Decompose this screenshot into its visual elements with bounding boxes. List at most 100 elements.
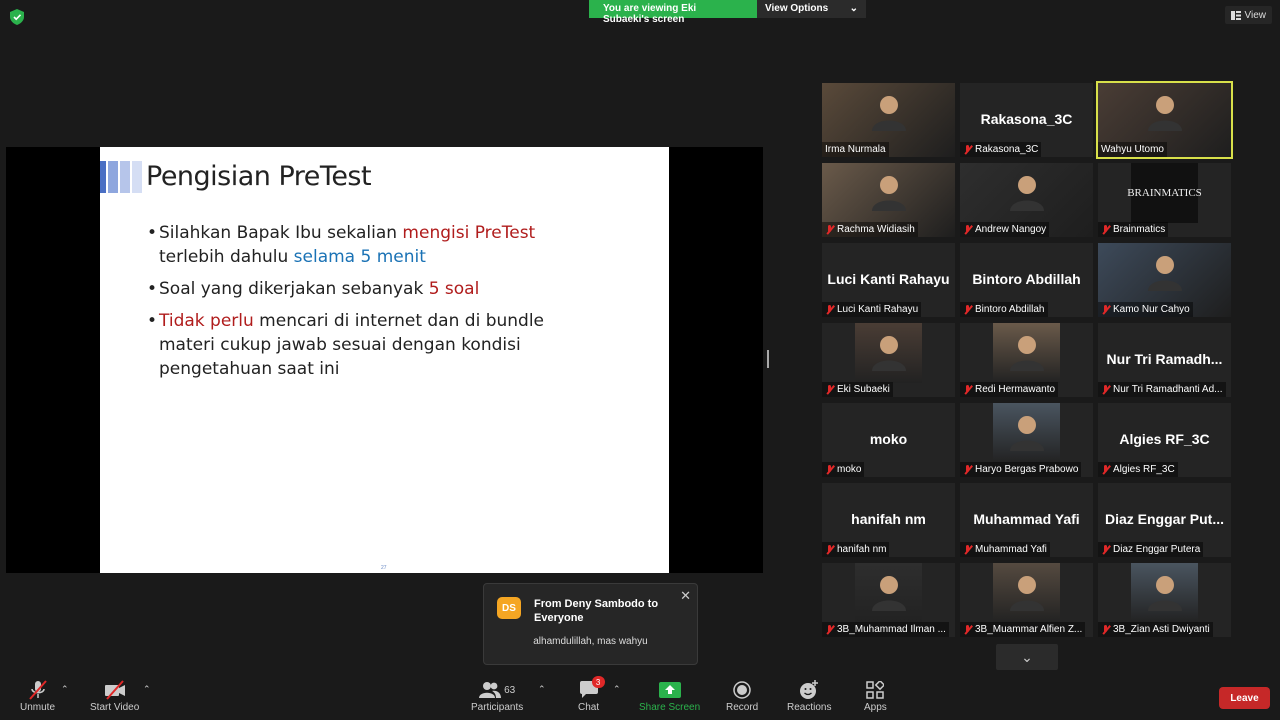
participant-name: moko <box>837 464 862 475</box>
person-silhouette-icon <box>871 336 906 371</box>
bullet-text: Soal yang dikerjakan sebanyak <box>159 279 429 299</box>
microphone-muted-icon <box>963 384 972 395</box>
participant-display-name: Algies RF_3C <box>1119 431 1210 447</box>
participant-name: Andrew Nangoy <box>975 224 1047 235</box>
participant-name: 3B_Muammar Alfien Z... <box>975 624 1083 635</box>
viewing-banner-text: You are viewing Eki Subaeki's screen <box>589 0 757 25</box>
participant-name-label: Andrew Nangoy <box>960 222 1050 237</box>
participant-tile[interactable]: Bintoro Abdillah Bintoro Abdillah <box>960 243 1093 317</box>
unmute-button[interactable]: Unmute <box>20 678 55 713</box>
microphone-muted-icon <box>825 464 834 475</box>
participants-caret-icon[interactable]: ⌃ <box>538 684 546 695</box>
slide-decoration-bars <box>100 161 142 193</box>
participant-tile[interactable]: Diaz Enggar Put... Diaz Enggar Putera <box>1098 483 1231 557</box>
person-silhouette-icon <box>1009 576 1044 611</box>
participant-tile[interactable]: Muhammad Yafi Muhammad Yafi <box>960 483 1093 557</box>
view-label: View <box>1244 9 1267 21</box>
participants-icon-wrap: 63 <box>479 678 515 702</box>
participant-name: Wahyu Utomo <box>1101 144 1164 155</box>
microphone-muted-icon <box>1101 544 1110 555</box>
chat-caret-icon[interactable]: ⌃ <box>613 684 621 695</box>
split-view-handle[interactable] <box>767 350 769 368</box>
slide-bullet-3: Tidak perlu mencari di internet dan di b… <box>147 309 587 381</box>
bullet-highlight: Tidak perlu <box>159 311 254 331</box>
participants-button[interactable]: 63 Participants <box>471 678 523 713</box>
person-silhouette-icon <box>1147 576 1182 611</box>
participant-display-name: Diaz Enggar Put... <box>1104 511 1224 527</box>
participant-tile[interactable]: 3B_Muhammad Ilman ... <box>822 563 955 637</box>
participant-tile[interactable]: moko moko <box>822 403 955 477</box>
participant-tile[interactable]: Algies RF_3C Algies RF_3C <box>1098 403 1231 477</box>
participant-name-label: Eki Subaeki <box>822 382 893 397</box>
participant-tile[interactable]: Luci Kanti Rahayu Luci Kanti Rahayu <box>822 243 955 317</box>
participant-name-label: Diaz Enggar Putera <box>1098 542 1204 557</box>
participant-name-label: Brainmatics <box>1098 222 1169 237</box>
chat-button[interactable]: 3 Chat <box>578 676 605 713</box>
bullet-highlight: mengisi PreTest <box>402 223 536 243</box>
video-options-caret-icon[interactable]: ⌃ <box>143 684 151 695</box>
participant-display-name: moko <box>869 431 908 447</box>
participant-name: 3B_Zian Asti Dwiyanti <box>1113 624 1210 635</box>
microphone-muted-icon <box>825 304 834 315</box>
gallery-next-page-button[interactable]: ⌄ <box>996 644 1058 670</box>
slide-bullet-list: Silahkan Bapak Ibu sekalian mengisi PreT… <box>147 221 587 389</box>
participant-tile[interactable]: Haryo Bergas Prabowo <box>960 403 1093 477</box>
participant-video <box>855 323 922 383</box>
participant-tile[interactable]: Rachma Widiasih <box>822 163 955 237</box>
person-silhouette-icon <box>1147 96 1182 131</box>
microphone-muted-icon <box>1101 224 1110 235</box>
shared-screen-area: Pengisian PreTest Silahkan Bapak Ibu sek… <box>6 147 763 573</box>
participant-tile[interactable]: Redi Hermawanto <box>960 323 1093 397</box>
participant-name-label: Redi Hermawanto <box>960 382 1059 397</box>
participant-display-name: hanifah nm <box>851 511 926 527</box>
participant-video <box>993 403 1060 463</box>
participant-tile[interactable]: 3B_Zian Asti Dwiyanti <box>1098 563 1231 637</box>
participant-tile[interactable]: Rakasona_3C Rakasona_3C <box>960 83 1093 157</box>
microphone-muted-icon <box>825 544 834 555</box>
participant-video <box>993 563 1060 623</box>
participant-tile[interactable]: BRAINMATICS Brainmatics <box>1098 163 1231 237</box>
close-icon[interactable]: ✕ <box>680 588 691 604</box>
participant-tile[interactable]: Kamo Nur Cahyo <box>1098 243 1231 317</box>
microphone-muted-icon <box>825 224 834 235</box>
security-shield-icon[interactable] <box>10 9 24 25</box>
record-button[interactable]: Record <box>726 678 758 713</box>
avatar: DS <box>497 597 521 619</box>
participant-name-label: hanifah nm <box>822 542 890 557</box>
participant-tile[interactable]: hanifah nm hanifah nm <box>822 483 955 557</box>
chevron-down-icon: ⌄ <box>849 3 858 14</box>
reactions-button[interactable]: Reactions <box>787 678 831 713</box>
participant-name: Irma Nurmala <box>825 144 886 155</box>
participant-name-label: Wahyu Utomo <box>1098 142 1167 157</box>
participant-name-label: Algies RF_3C <box>1098 462 1178 477</box>
participant-name-label: Haryo Bergas Prabowo <box>960 462 1082 477</box>
apps-button[interactable]: Apps <box>864 678 887 713</box>
participant-name: Eki Subaeki <box>837 384 890 395</box>
participant-tile[interactable]: Irma Nurmala <box>822 83 955 157</box>
person-silhouette-icon <box>871 96 906 131</box>
chat-notification[interactable]: DS From Deny Sambodo to Everyone ✕ alham… <box>483 583 698 665</box>
leave-button[interactable]: Leave <box>1219 687 1270 709</box>
audio-options-caret-icon[interactable]: ⌃ <box>61 684 69 695</box>
participant-name-label: Muhammad Yafi <box>960 542 1050 557</box>
participant-tile[interactable]: Andrew Nangoy <box>960 163 1093 237</box>
view-options-button[interactable]: View Options ⌄ <box>757 0 866 18</box>
participant-name-label: 3B_Zian Asti Dwiyanti <box>1098 622 1213 637</box>
participant-tile[interactable]: Wahyu Utomo <box>1096 81 1233 159</box>
start-video-button[interactable]: Start Video <box>90 678 139 713</box>
participant-tile[interactable]: 3B_Muammar Alfien Z... <box>960 563 1093 637</box>
slide-page-number: 27 <box>381 565 387 571</box>
participant-name: Haryo Bergas Prabowo <box>975 464 1079 475</box>
presentation-slide: Pengisian PreTest Silahkan Bapak Ibu sek… <box>100 147 669 573</box>
microphone-muted-icon <box>1101 384 1110 395</box>
participant-tile[interactable]: Eki Subaeki <box>822 323 955 397</box>
participant-name-label: Rachma Widiasih <box>822 222 918 237</box>
participant-name-label: moko <box>822 462 865 477</box>
participant-tile[interactable]: Nur Tri Ramadh... Nur Tri Ramadhanti Ad..… <box>1098 323 1231 397</box>
participant-name: Muhammad Yafi <box>975 544 1047 555</box>
participant-name-label: 3B_Muhammad Ilman ... <box>822 622 949 637</box>
bullet-text: terlebih dahulu <box>159 247 294 267</box>
view-button[interactable]: View <box>1224 6 1272 24</box>
participant-display-name: Bintoro Abdillah <box>972 271 1081 287</box>
share-screen-button[interactable]: Share Screen <box>639 678 700 713</box>
